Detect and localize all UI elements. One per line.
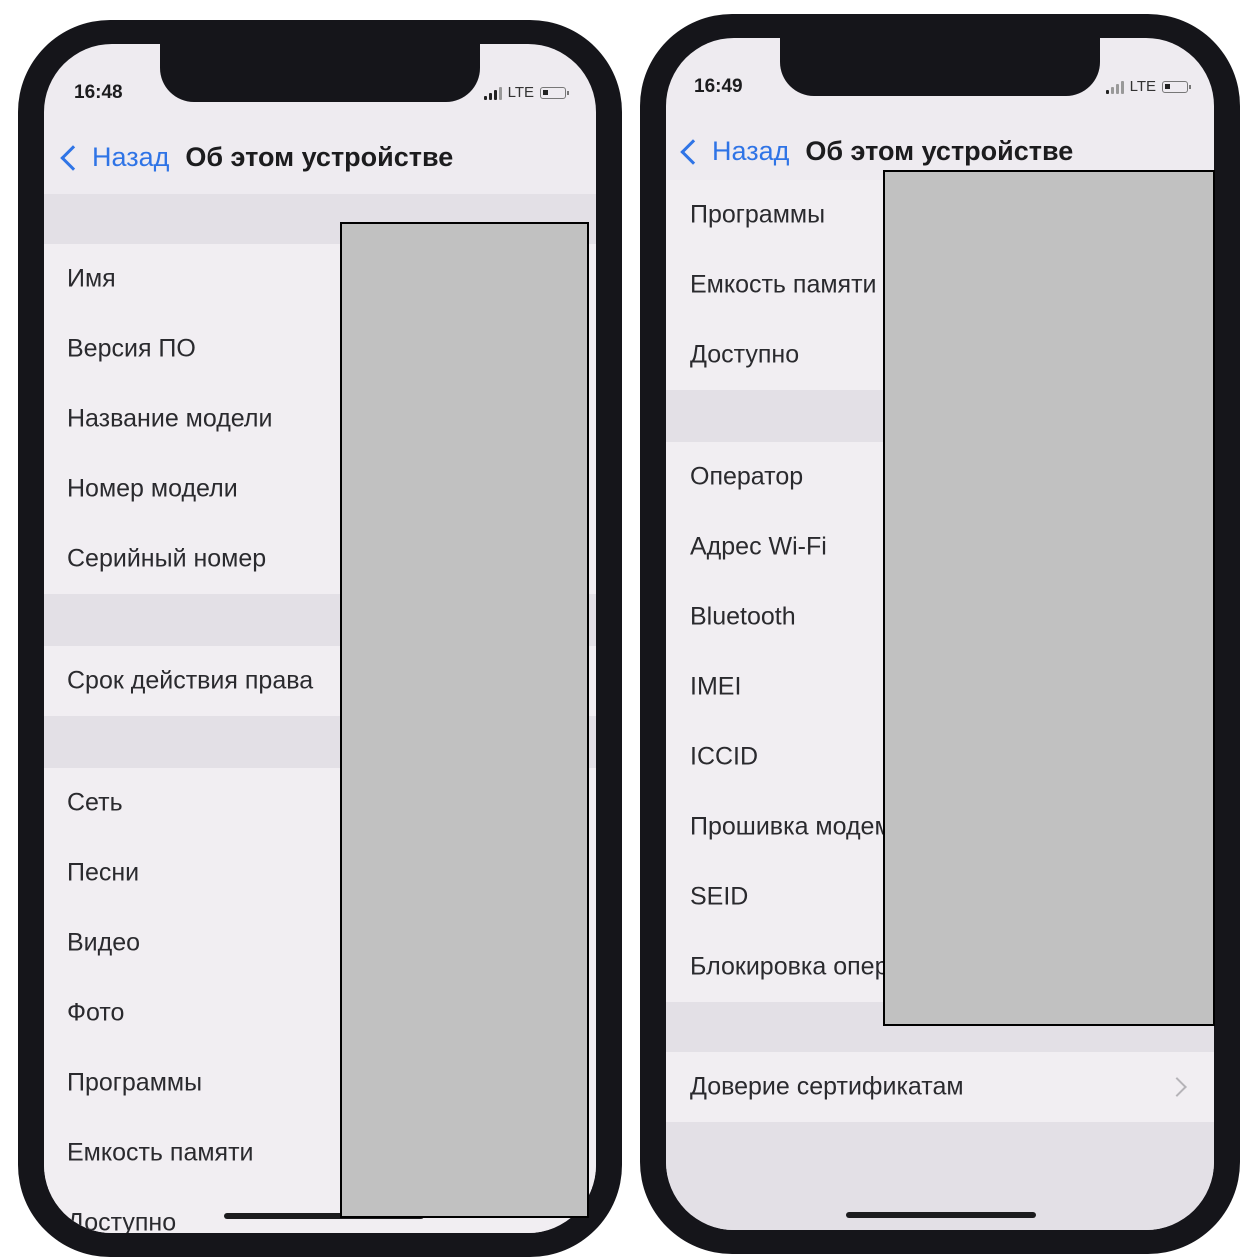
battery-icon <box>1162 80 1191 93</box>
signal-icon <box>483 86 502 100</box>
row-label: Песни <box>67 858 140 887</box>
row-label: Доверие сертификатам <box>690 1072 964 1101</box>
row-label: Емкость памяти <box>690 270 877 299</box>
network-type: LTE <box>1129 78 1156 95</box>
battery-icon <box>540 86 569 99</box>
row-label: SEID <box>690 882 749 911</box>
row-label: Название модели <box>67 404 273 433</box>
redaction-block-left <box>340 222 589 1218</box>
back-button[interactable]: Назад <box>678 136 789 167</box>
notch <box>780 38 1100 96</box>
row-label: Видео <box>67 928 141 957</box>
row-label: Версия ПО <box>67 334 196 363</box>
navigation-bar: Назад Об этом устройстве <box>678 136 1073 167</box>
row-label: Адрес Wi-Fi <box>690 532 827 561</box>
back-button[interactable]: Назад <box>58 142 169 173</box>
status-indicators: LTE <box>483 84 569 101</box>
row-label: Оператор <box>690 462 804 491</box>
back-label: Назад <box>92 142 170 172</box>
row-label: Программы <box>67 1068 203 1097</box>
row-label: Bluetooth <box>690 602 796 631</box>
signal-icon <box>1105 80 1124 94</box>
row-label: Программы <box>690 200 826 229</box>
network-type: LTE <box>507 84 534 101</box>
page-title: Об этом устройстве <box>185 142 454 172</box>
status-indicators: LTE <box>1105 78 1191 95</box>
redaction-block-right <box>883 170 1215 1026</box>
row-label: ICCID <box>690 742 759 771</box>
list-item-certificate-trust[interactable]: Доверие сертификатам <box>666 1052 1214 1123</box>
row-label: Доступно <box>67 1208 177 1234</box>
row-label: IMEI <box>690 672 742 701</box>
page-title: Об этом устройстве <box>805 136 1074 166</box>
status-time: 16:48 <box>74 82 123 103</box>
row-label: Номер модели <box>67 474 238 503</box>
navigation-bar: Назад Об этом устройстве <box>58 142 453 173</box>
row-label: Срок действия права <box>67 666 314 695</box>
row-label: Фото <box>67 998 125 1027</box>
back-label: Назад <box>712 136 790 166</box>
chevron-left-icon <box>680 138 706 165</box>
row-label: Серийный номер <box>67 544 267 573</box>
row-label: Доступно <box>690 340 800 369</box>
row-label: Прошивка модема <box>690 812 906 841</box>
row-label: Имя <box>67 264 116 293</box>
status-time: 16:49 <box>694 76 743 97</box>
row-label: Сеть <box>67 788 123 817</box>
chevron-right-icon <box>1167 1077 1187 1097</box>
notch <box>160 44 480 102</box>
row-label: Емкость памяти <box>67 1138 254 1167</box>
home-indicator[interactable] <box>846 1212 1036 1218</box>
chevron-left-icon <box>60 144 86 171</box>
